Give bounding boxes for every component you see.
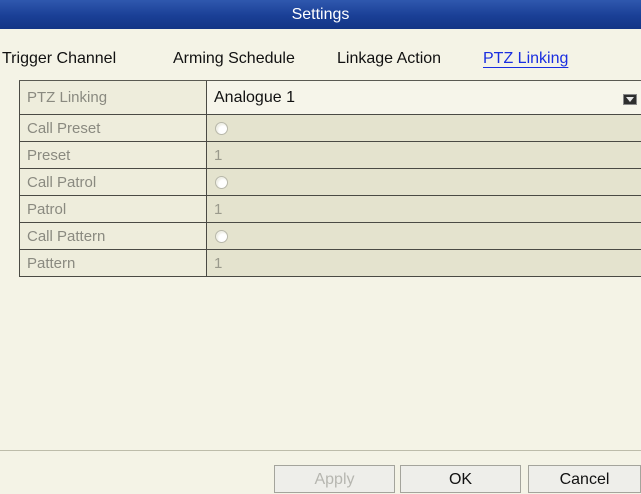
dropdown-arrow-icon[interactable] xyxy=(623,94,637,105)
ptz-linking-dropdown[interactable]: Analogue 1 xyxy=(207,81,641,114)
call-preset-radio[interactable] xyxy=(215,121,228,135)
tab-ptz-linking[interactable]: PTZ Linking xyxy=(483,49,568,69)
patrol-field[interactable]: 1 xyxy=(207,196,641,222)
tab-trigger-channel[interactable]: Trigger Channel xyxy=(2,49,116,69)
tab-linkage-action[interactable]: Linkage Action xyxy=(337,49,441,69)
window-title: Settings xyxy=(291,6,350,23)
tab-bar: Trigger Channel Arming Schedule Linkage … xyxy=(0,29,641,71)
ptz-linking-grid: PTZ Linking Analogue 1 Call Preset Prese… xyxy=(19,80,641,277)
cancel-button[interactable]: Cancel xyxy=(528,465,641,493)
footer-divider xyxy=(0,450,641,451)
patrol-label: Patrol xyxy=(19,196,207,222)
ptz-linking-row: PTZ Linking Analogue 1 xyxy=(19,81,641,115)
call-patrol-row: Call Patrol xyxy=(19,169,641,196)
call-patrol-label: Call Patrol xyxy=(19,169,207,195)
call-pattern-row: Call Pattern xyxy=(19,223,641,250)
ok-button[interactable]: OK xyxy=(400,465,521,493)
ptz-linking-value: Analogue 1 xyxy=(214,88,295,106)
preset-row: Preset 1 xyxy=(19,142,641,169)
ptz-linking-label: PTZ Linking xyxy=(19,81,207,114)
call-patrol-radio[interactable] xyxy=(215,175,228,189)
pattern-field[interactable]: 1 xyxy=(207,250,641,276)
call-preset-label: Call Preset xyxy=(19,115,207,141)
call-pattern-label: Call Pattern xyxy=(19,223,207,249)
call-preset-row: Call Preset xyxy=(19,115,641,142)
pattern-label: Pattern xyxy=(19,250,207,276)
preset-label: Preset xyxy=(19,142,207,168)
apply-button[interactable]: Apply xyxy=(274,465,395,493)
call-pattern-radio[interactable] xyxy=(215,229,228,243)
preset-field[interactable]: 1 xyxy=(207,142,641,168)
tab-arming-schedule[interactable]: Arming Schedule xyxy=(173,49,295,69)
patrol-row: Patrol 1 xyxy=(19,196,641,223)
title-bar: Settings xyxy=(0,0,641,29)
pattern-row: Pattern 1 xyxy=(19,250,641,277)
